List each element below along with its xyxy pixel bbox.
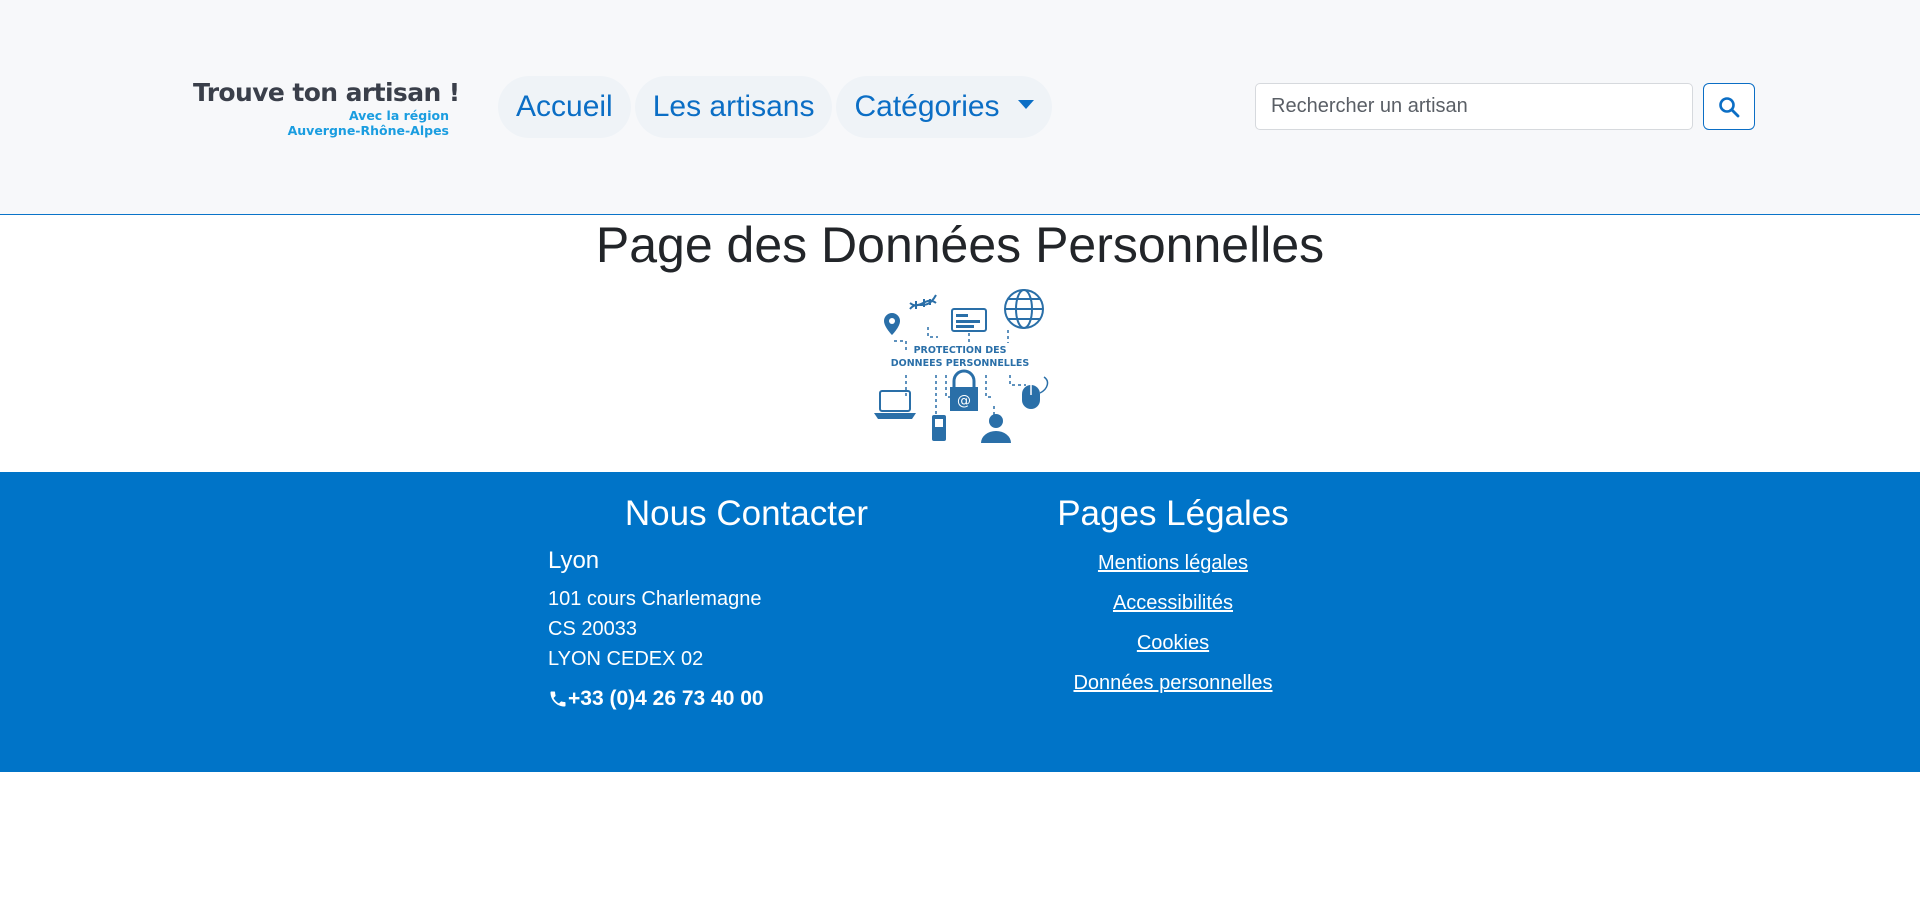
main-nav: Accueil Les artisans Catégories	[498, 76, 1052, 138]
link-donnees-personnelles[interactable]: Données personnelles	[1073, 672, 1272, 694]
search-button[interactable]	[1703, 83, 1755, 130]
phone-number: +33 (0)4 26 73 40 00	[568, 687, 764, 710]
address-line: CS 20033	[548, 618, 637, 640]
site-footer: Nous Contacter Lyon 101 cours Charlemagn…	[0, 472, 1920, 772]
contact-phone[interactable]: +33 (0)4 26 73 40 00	[548, 684, 945, 714]
contact-heading: Nous Contacter	[624, 494, 869, 533]
nav-item-categories-dropdown[interactable]: Catégories	[836, 76, 1052, 138]
nav-item-label: Les artisans	[652, 90, 815, 123]
legal-links: Mentions légales Accessibilités Cookies …	[1023, 546, 1323, 706]
link-cookies[interactable]: Cookies	[1137, 632, 1209, 654]
address-line: LYON CEDEX 02	[548, 648, 704, 670]
search-icon	[1719, 96, 1740, 117]
legal-heading: Pages Légales	[1057, 494, 1289, 533]
legal-link-item: Accessibilités	[1023, 586, 1323, 626]
location-icon	[884, 313, 900, 335]
nav-item-label: Catégories	[854, 90, 1000, 123]
illustration-line1: PROTECTION DES	[914, 345, 1007, 356]
contact-city: Lyon	[548, 547, 600, 574]
id-card-icon	[951, 308, 987, 332]
search-input[interactable]	[1255, 83, 1693, 130]
contact-section: Nous Contacter Lyon 101 cours Charlemagn…	[548, 492, 945, 714]
mouse-icon	[1022, 376, 1049, 409]
legal-link-item: Mentions légales	[1023, 546, 1323, 586]
page-title: Page des Données Personnelles	[595, 217, 1325, 273]
link-mentions-legales[interactable]: Mentions légales	[1098, 552, 1248, 574]
nav-item-artisans[interactable]: Les artisans	[634, 76, 833, 138]
dna-icon	[909, 294, 937, 310]
legal-link-item: Cookies	[1023, 626, 1323, 666]
data-protection-illustration: PROTECTION DES DONNEES PERSONNELLES @	[866, 285, 1054, 447]
address-line: 101 cours Charlemagne	[548, 588, 762, 610]
laptop-icon	[874, 390, 916, 419]
link-accessibilites[interactable]: Accessibilités	[1113, 592, 1233, 614]
site-header: Trouve ton artisan ! Avec la région Auve…	[0, 0, 1920, 215]
lock-icon: @	[950, 369, 978, 411]
logo-subtitle-line1: Avec la région	[348, 108, 449, 123]
contact-address: 101 cours Charlemagne CS 20033 LYON CEDE…	[548, 584, 945, 674]
user-icon	[981, 414, 1011, 443]
phone-icon	[932, 415, 946, 441]
logo-subtitle-line2: Auvergne-Rhône-Alpes	[287, 123, 449, 138]
caret-down-icon	[1017, 99, 1034, 109]
legal-section: Pages Légales Mentions légales Accessibi…	[1023, 492, 1323, 706]
logo-title: Trouve ton artisan !	[193, 78, 460, 107]
phone-icon	[550, 691, 566, 707]
illustration-line2: DONNEES PERSONNELLES	[891, 358, 1030, 369]
nav-item-label: Accueil	[516, 90, 613, 123]
nav-item-accueil[interactable]: Accueil	[498, 76, 631, 138]
legal-link-item: Données personnelles	[1023, 666, 1323, 706]
site-logo[interactable]: Trouve ton artisan ! Avec la région Auve…	[193, 78, 460, 138]
globe-icon	[1004, 289, 1044, 329]
svg-text:@: @	[957, 393, 971, 409]
